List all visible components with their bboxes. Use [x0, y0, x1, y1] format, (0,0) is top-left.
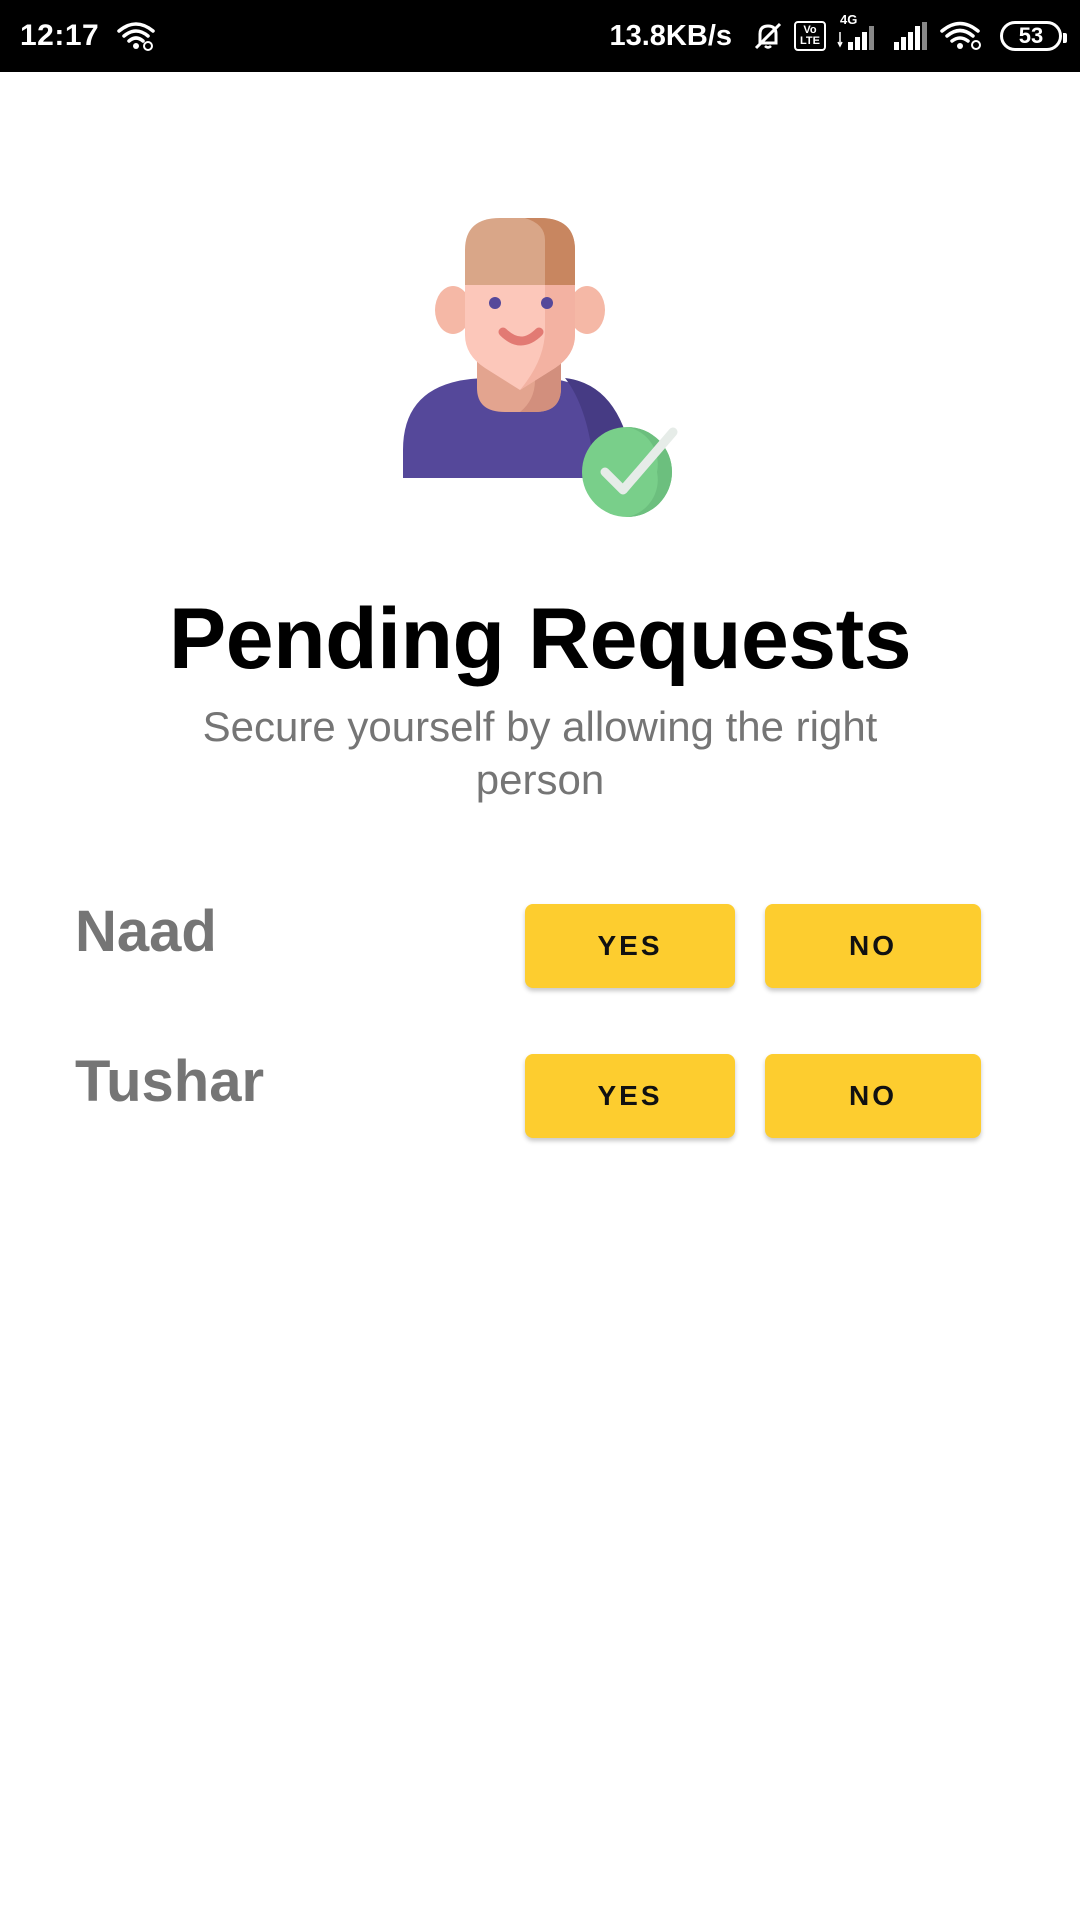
page-subtitle: Secure yourself by allowing the right pe… — [202, 703, 878, 803]
requester-name: Naad — [75, 899, 217, 964]
battery-level: 53 — [1018, 23, 1044, 48]
volte-bottom-label: LTE — [800, 35, 820, 47]
request-row: Naad YES NO — [0, 898, 1080, 988]
accept-button[interactable]: YES — [525, 904, 735, 988]
muted-bell-icon — [752, 20, 784, 52]
page-title: Pending Requests — [168, 591, 912, 687]
network-speed: 13.8KB/s — [609, 19, 732, 52]
accept-button[interactable]: YES — [525, 1054, 735, 1138]
wifi-icon — [117, 21, 155, 51]
status-bar: 12:17 13.8KB/s Vo LTE 4G 53 — [0, 0, 1080, 72]
battery-icon: 53 — [1000, 21, 1067, 51]
request-row: Tushar YES NO — [0, 1048, 1080, 1138]
reject-button[interactable]: NO — [765, 904, 981, 988]
reject-button[interactable]: NO — [765, 1054, 981, 1138]
verified-user-icon — [395, 210, 685, 530]
signal-icon — [890, 20, 930, 52]
network-type-label: 4G — [840, 12, 858, 27]
requester-name: Tushar — [75, 1049, 265, 1114]
signal-4g-icon: 4G — [836, 12, 880, 52]
volte-icon: Vo LTE — [794, 21, 826, 51]
wifi-link-icon — [940, 20, 984, 52]
status-time: 12:17 — [20, 19, 100, 52]
